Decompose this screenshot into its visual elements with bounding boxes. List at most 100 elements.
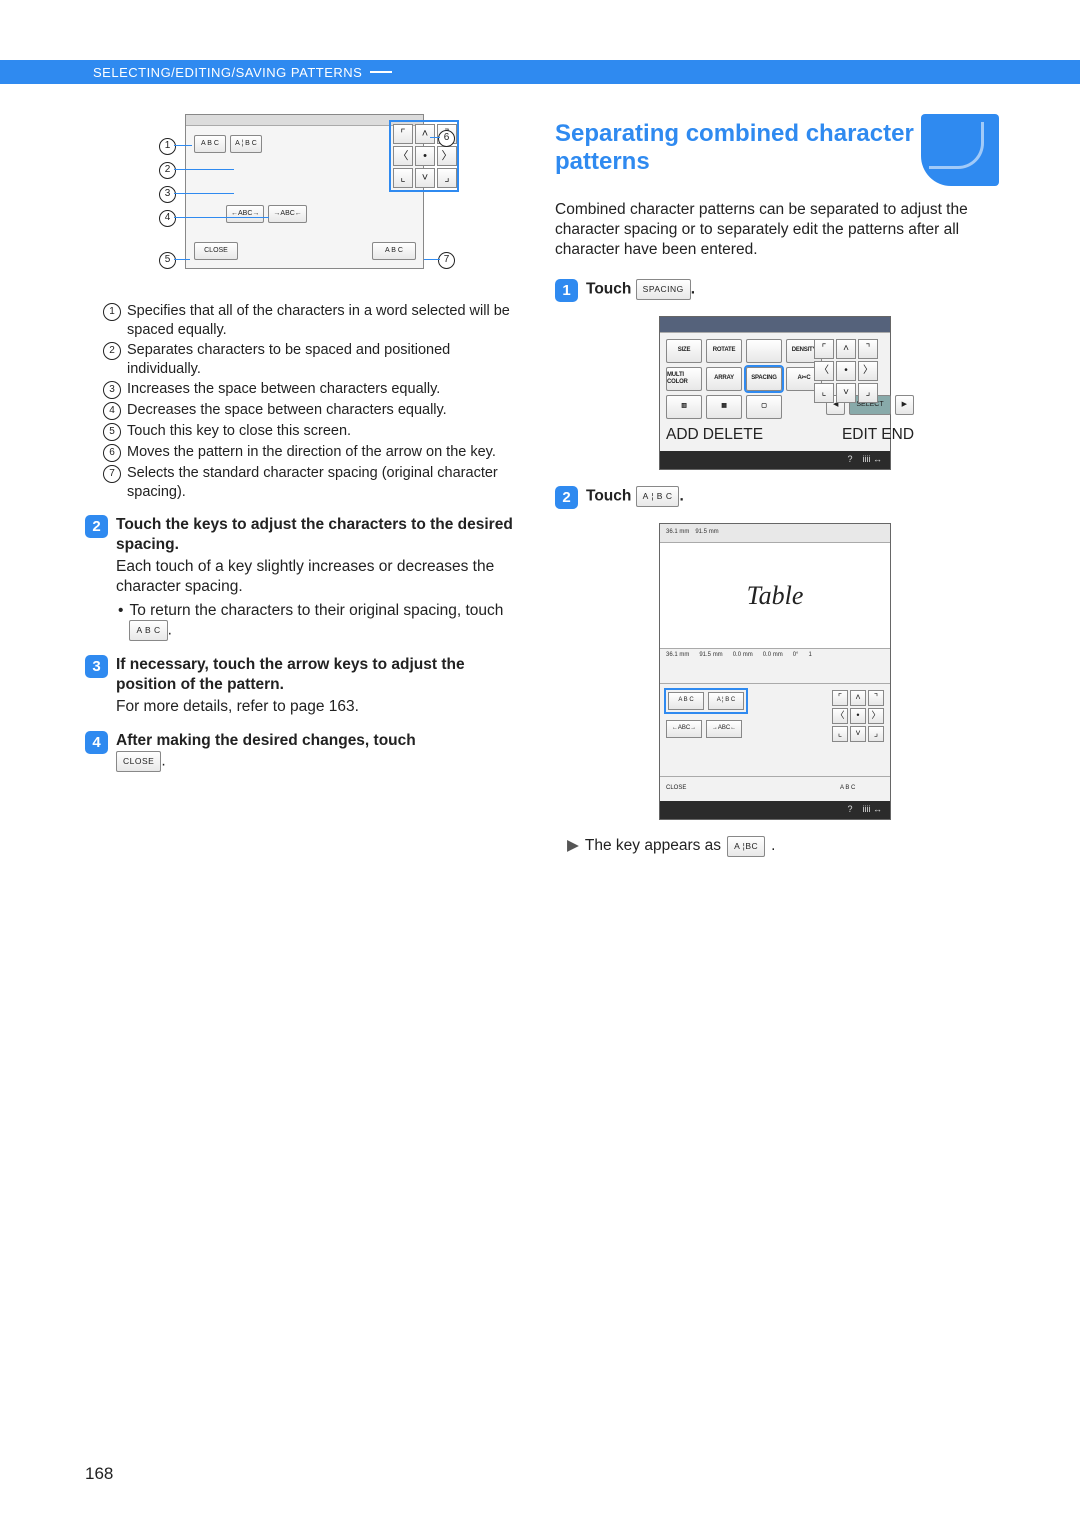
arrow-down[interactable]: ˅ [836, 383, 856, 403]
btn-rotate[interactable]: ROTATE [706, 339, 742, 363]
step-post: . [679, 488, 683, 505]
btn-abc-separate[interactable]: A ¦ B C [708, 692, 744, 710]
edit-screen-bottombar: ? iiii ↔ [660, 801, 890, 819]
arrow-left[interactable]: 〈 [814, 361, 834, 381]
btn-abc-separate[interactable]: A ¦ B C [230, 135, 262, 153]
arrow-up-left[interactable]: ⌜ [393, 124, 413, 144]
key-abc-separate[interactable]: A ¦ B C [636, 486, 680, 507]
result-note: ▶ The key appears as A ¦BC. [567, 836, 995, 857]
btn-multicolor[interactable]: MULTI COLOR [666, 367, 702, 391]
btn-space-increase[interactable]: →ABC← [268, 205, 306, 223]
arrow-up-right[interactable]: ⌝ [868, 690, 884, 706]
info-w: 91.5 mm [699, 652, 722, 680]
bottom-help-icon[interactable]: ? [847, 454, 852, 466]
step-badge: 1 [555, 279, 578, 302]
bottom-needle-icon[interactable]: iiii ↔ [863, 804, 883, 816]
arrow-center[interactable]: • [415, 146, 435, 166]
btn-delete[interactable]: DELETE [703, 425, 763, 445]
arrow-down-left[interactable]: ⌞ [814, 383, 834, 403]
callout-legend: 1Specifies that all of the characters in… [103, 302, 525, 501]
callout-5: 5 [159, 252, 176, 269]
btn-space-increase[interactable]: →ABC← [706, 720, 742, 738]
btn-standard-spacing[interactable]: A B C [840, 785, 884, 793]
key-abc-separated-state: A ¦BC [727, 836, 765, 857]
callout-1: 1 [159, 138, 176, 155]
step-post: . [691, 281, 695, 298]
edit-screen-1: SIZE ROTATE DENSITY MULTI COLOR ARRAY SP… [659, 316, 891, 470]
arrow-up[interactable]: ˄ [850, 690, 866, 706]
bottom-help-icon[interactable]: ? [847, 804, 852, 816]
arrow-down-right[interactable]: ⌟ [858, 383, 878, 403]
btn-close[interactable]: CLOSE [194, 242, 238, 260]
result-text: The key appears as [585, 836, 721, 856]
arrow-right[interactable]: 〉 [868, 708, 884, 724]
key-close[interactable]: CLOSE [116, 751, 161, 772]
arrow-up-right[interactable]: ⌝ [858, 339, 878, 359]
btn-spacing[interactable]: SPACING [746, 367, 782, 391]
btn-space-decrease[interactable]: ←ABC→ [226, 205, 264, 223]
edit-screen-bottombar: ? iiii ↔ [660, 451, 890, 469]
callout-7: 7 [438, 252, 455, 269]
arrow-up-left[interactable]: ⌜ [814, 339, 834, 359]
select-next[interactable]: ▶ [895, 395, 914, 415]
arrow-down-left[interactable]: ⌞ [393, 168, 413, 188]
arrow-down-right[interactable]: ⌟ [437, 168, 457, 188]
legend-text: Touch this key to close this screen. [127, 422, 525, 441]
btn-add[interactable]: ADD [666, 425, 699, 445]
arrow-center[interactable]: • [850, 708, 866, 724]
callout-2: 2 [159, 162, 176, 179]
edit-screen-2: 36.1 mm 91.5 mm Table 36.1 mm 91.5 mm 0.… [659, 523, 891, 820]
legend-num: 2 [103, 342, 121, 360]
step-badge: 4 [85, 731, 108, 754]
dim-w: 91.5 mm [695, 529, 718, 537]
right-step-1: 1 Touch SPACING. [555, 279, 995, 302]
btn-edit-end[interactable]: EDIT END [842, 425, 914, 445]
step-tail: . [161, 752, 165, 769]
arrow-right[interactable]: 〉 [437, 146, 457, 166]
btn-frame[interactable]: ▢ [746, 395, 782, 419]
section-decor [921, 114, 999, 186]
btn-abc-equal[interactable]: A B C [668, 692, 704, 710]
legend-text: Selects the standard character spacing (… [127, 464, 525, 501]
key-abc-standard[interactable]: A B C [129, 620, 167, 641]
arrow-center[interactable]: • [836, 361, 856, 381]
arrow-down[interactable]: ˅ [415, 168, 435, 188]
info-rot: 0° [793, 652, 799, 680]
btn-group[interactable]: ▥ [666, 395, 702, 419]
info-h: 36.1 mm [666, 652, 689, 680]
info-y: 0.0 mm [763, 652, 783, 680]
arrow-up-left[interactable]: ⌜ [832, 690, 848, 706]
section-heading: Separating combined character patterns [555, 114, 995, 186]
btn-array[interactable]: ARRAY [706, 367, 742, 391]
arrow-left[interactable]: 〈 [393, 146, 413, 166]
arrow-down-right[interactable]: ⌟ [868, 726, 884, 742]
key-spacing[interactable]: SPACING [636, 279, 691, 300]
right-step-2: 2 Touch A ¦ B C. [555, 486, 995, 509]
btn-abc-equal[interactable]: A B C [194, 135, 226, 153]
arrow-pad: ⌜ ˄ ⌝ 〈 • 〉 ⌞ ˅ ⌟ [814, 339, 884, 403]
arrow-down-left[interactable]: ⌞ [832, 726, 848, 742]
legend-num: 5 [103, 423, 121, 441]
arrow-right[interactable]: 〉 [858, 361, 878, 381]
btn-mirror[interactable] [746, 339, 782, 363]
step-4: 4 After making the desired changes, touc… [85, 731, 525, 772]
spacing-diagram: A B C A ¦ B C ←ABC→ →ABC← CLOSE A B C [155, 114, 455, 284]
result-arrow-icon: ▶ [567, 836, 579, 856]
pattern-preview: Table [660, 543, 890, 649]
btn-close[interactable]: CLOSE [666, 785, 710, 793]
btn-grid[interactable]: ▦ [706, 395, 742, 419]
legend-text: Moves the pattern in the direction of th… [127, 443, 525, 462]
bottom-needle-icon[interactable]: iiii ↔ [863, 454, 883, 466]
arrow-up[interactable]: ˄ [836, 339, 856, 359]
btn-size[interactable]: SIZE [666, 339, 702, 363]
arrow-left[interactable]: 〈 [832, 708, 848, 724]
page-number: 168 [85, 1464, 113, 1484]
btn-standard-spacing[interactable]: A B C [372, 242, 416, 260]
arrow-down[interactable]: ˅ [850, 726, 866, 742]
legend-num: 7 [103, 465, 121, 483]
btn-space-decrease[interactable]: ←ABC→ [666, 720, 702, 738]
step-badge: 2 [85, 515, 108, 538]
arrow-up[interactable]: ˄ [415, 124, 435, 144]
preview-text: Table [747, 579, 804, 612]
section-header-text: SELECTING/EDITING/SAVING PATTERNS [93, 65, 362, 80]
